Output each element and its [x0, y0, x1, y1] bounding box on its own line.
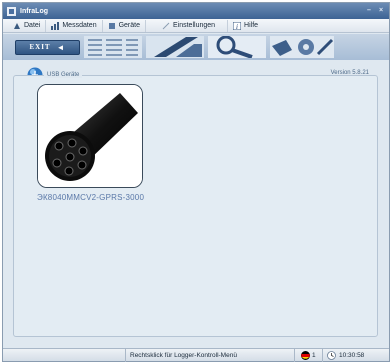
toolbar-tools-button[interactable] — [270, 36, 334, 58]
device-tile[interactable] — [37, 84, 143, 188]
menu-messdaten-label: Messdaten — [62, 22, 97, 29]
menu-einstellungen[interactable]: Einstellungen — [146, 19, 229, 32]
group-label: USB Geräte — [44, 72, 83, 78]
minimize-icon[interactable]: – — [365, 6, 373, 15]
status-bar: Rechtsklick für Logger-Kontroll-Menü 1 1… — [3, 348, 389, 362]
toolbar-measurement-button[interactable] — [84, 36, 142, 58]
help-icon: i — [233, 21, 242, 30]
status-time: 10:30:58 — [339, 352, 365, 359]
device-icon — [108, 22, 115, 29]
window-title: InfraLog — [20, 7, 48, 15]
flag-germany-icon[interactable] — [301, 351, 310, 360]
device-name[interactable]: ЭК8040MMCV2-GPRS-3000 — [37, 193, 149, 202]
toolbar-settings-button[interactable] — [208, 36, 266, 58]
exit-button[interactable]: EXIT ◄ — [15, 39, 80, 55]
menu-datei-label: Datei — [24, 22, 41, 29]
toolbar: EXIT ◄ — [3, 34, 389, 60]
logger-device-image — [38, 85, 142, 187]
language-number: 1 — [312, 349, 323, 362]
settings-icon — [162, 22, 170, 29]
main-window: InfraLog – × Datei Messdaten Geräte Eins… — [2, 2, 390, 362]
menu-bar: Datei Messdaten Geräte Einstellungen i H… — [3, 19, 389, 33]
title-bar: InfraLog – × — [3, 3, 389, 19]
clock-icon — [327, 351, 336, 360]
app-icon — [7, 6, 16, 16]
window-controls: – × — [365, 6, 385, 15]
file-icon — [14, 22, 20, 29]
menu-datei[interactable]: Datei — [8, 19, 47, 32]
menu-hilfe-label: Hilfe — [244, 22, 259, 29]
toolbar-device-button[interactable] — [146, 36, 204, 58]
menu-hilfe[interactable]: i Hilfe — [228, 20, 263, 32]
menu-geraete-label: Geräte — [118, 22, 140, 29]
menu-geraete[interactable]: Geräte — [103, 19, 146, 32]
exit-arrow-icon: ◄ — [56, 42, 66, 52]
status-hint: Rechtsklick für Logger-Kontroll-Menü — [125, 349, 295, 362]
menu-einstellungen-label: Einstellungen — [173, 22, 216, 29]
chart-icon — [51, 21, 60, 30]
close-icon[interactable]: × — [377, 6, 385, 15]
menu-messdaten[interactable]: Messdaten — [46, 19, 103, 32]
exit-button-label: EXIT — [29, 43, 51, 51]
svg-text:i: i — [236, 23, 238, 30]
